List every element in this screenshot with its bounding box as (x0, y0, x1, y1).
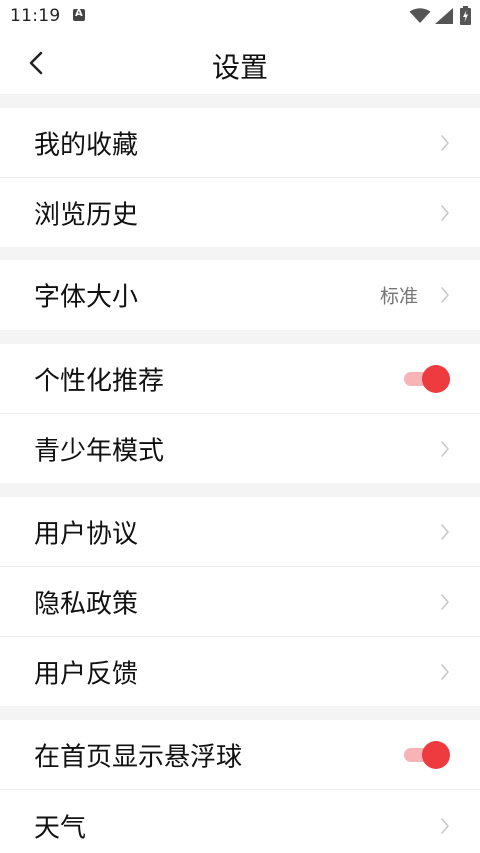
chevron-right-icon (441, 524, 449, 540)
settings-item-user-agreement[interactable]: 用户协议 (0, 497, 480, 567)
chevron-right-icon (441, 135, 449, 151)
personalized-recommendation-toggle[interactable] (404, 364, 450, 394)
chevron-right-icon (441, 440, 449, 457)
settings-item-label: 浏览历史 (34, 200, 139, 230)
chevron-right-icon (441, 204, 449, 221)
chevron-right-icon (441, 594, 449, 610)
settings-item-label: 隐私政策 (34, 589, 139, 620)
settings-item-label: 用户协议 (34, 519, 139, 550)
status-bar: 11:19 (0, 0, 480, 32)
page-title: 设置 (211, 51, 268, 84)
title-bar: 设置 (0, 32, 480, 94)
settings-item-label: 字体大小 (34, 282, 139, 313)
settings-item-font-size[interactable]: 字体大小 标准 (0, 260, 480, 330)
settings-item-weather[interactable]: 天气 (0, 790, 480, 853)
cell-signal-icon (435, 8, 453, 24)
toggle-thumb (422, 741, 450, 769)
settings-item-label: 在首页显示悬浮球 (34, 742, 243, 773)
battery-charging-icon (460, 6, 471, 25)
toggle-thumb (422, 365, 450, 393)
wifi-icon (409, 8, 431, 23)
section-divider (0, 483, 480, 497)
settings-item-label: 青少年模式 (34, 436, 165, 466)
settings-item-personalized-recommendation: 个性化推荐 (0, 344, 480, 414)
section-divider (0, 330, 480, 344)
settings-item-label: 天气 (34, 813, 87, 844)
chevron-right-icon (441, 818, 449, 834)
chevron-right-icon (441, 663, 449, 680)
a-notification-icon (73, 8, 85, 21)
settings-item-label: 我的收藏 (34, 130, 139, 161)
section-divider (0, 94, 480, 108)
status-time: 11:19 (10, 6, 61, 26)
settings-item-favorites[interactable]: 我的收藏 (0, 108, 480, 178)
settings-item-floating-ball: 在首页显示悬浮球 (0, 720, 480, 790)
section-divider (0, 706, 480, 720)
settings-item-user-feedback[interactable]: 用户反馈 (0, 637, 480, 706)
floating-ball-toggle[interactable] (404, 740, 450, 770)
chevron-right-icon (441, 287, 449, 303)
settings-item-privacy-policy[interactable]: 隐私政策 (0, 567, 480, 637)
settings-item-label: 个性化推荐 (34, 366, 165, 397)
settings-item-teen-mode[interactable]: 青少年模式 (0, 414, 480, 483)
font-size-value: 标准 (379, 285, 418, 308)
settings-item-history[interactable]: 浏览历史 (0, 178, 480, 247)
settings-item-label: 用户反馈 (34, 659, 139, 689)
section-divider (0, 247, 480, 260)
